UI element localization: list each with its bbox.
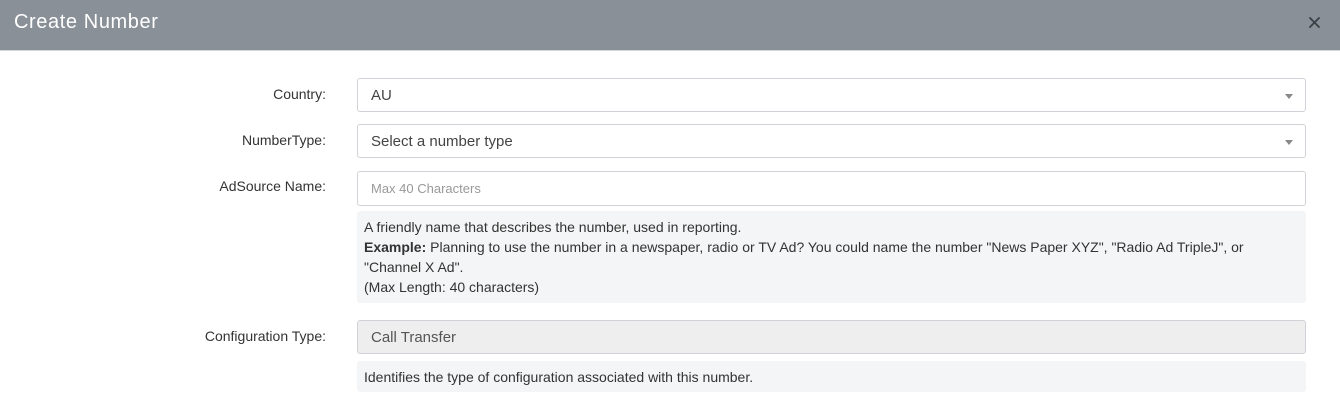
example-text: Planning to use the number in a newspape…	[364, 239, 1244, 275]
country-select[interactable]: AU	[357, 78, 1306, 112]
modal-title: Create Number	[14, 11, 159, 33]
adsource-help-example: Example: Planning to use the number in a…	[364, 237, 1299, 277]
country-select-value: AU	[371, 86, 392, 104]
configuration-type-value: Call Transfer	[371, 328, 457, 346]
configuration-type-help: Identifies the type of configuration ass…	[357, 361, 1306, 392]
country-label: Country:	[273, 86, 326, 102]
configuration-type-field: Call Transfer	[357, 320, 1306, 354]
modal-header: Create Number	[0, 0, 1340, 51]
close-button[interactable]	[1305, 13, 1323, 31]
create-number-modal: Create Number Country: AU NumberType: Se…	[0, 0, 1340, 405]
adsource-help-line1: A friendly name that describes the numbe…	[364, 219, 742, 235]
adsource-name-help: A friendly name that describes the numbe…	[357, 211, 1306, 303]
configuration-type-label: Configuration Type:	[204, 328, 326, 344]
number-type-select-value: Select a number type	[371, 132, 513, 150]
close-icon	[1308, 16, 1320, 28]
chevron-down-icon	[1285, 94, 1293, 99]
chevron-down-icon	[1285, 140, 1293, 145]
number-type-label: NumberType:	[241, 132, 326, 148]
example-label: Example:	[364, 239, 427, 255]
adsource-help-line3: (Max Length: 40 characters)	[364, 279, 540, 295]
adsource-name-label: AdSource Name:	[219, 178, 326, 194]
number-type-select[interactable]: Select a number type	[357, 124, 1306, 158]
adsource-name-input[interactable]	[357, 171, 1306, 206]
